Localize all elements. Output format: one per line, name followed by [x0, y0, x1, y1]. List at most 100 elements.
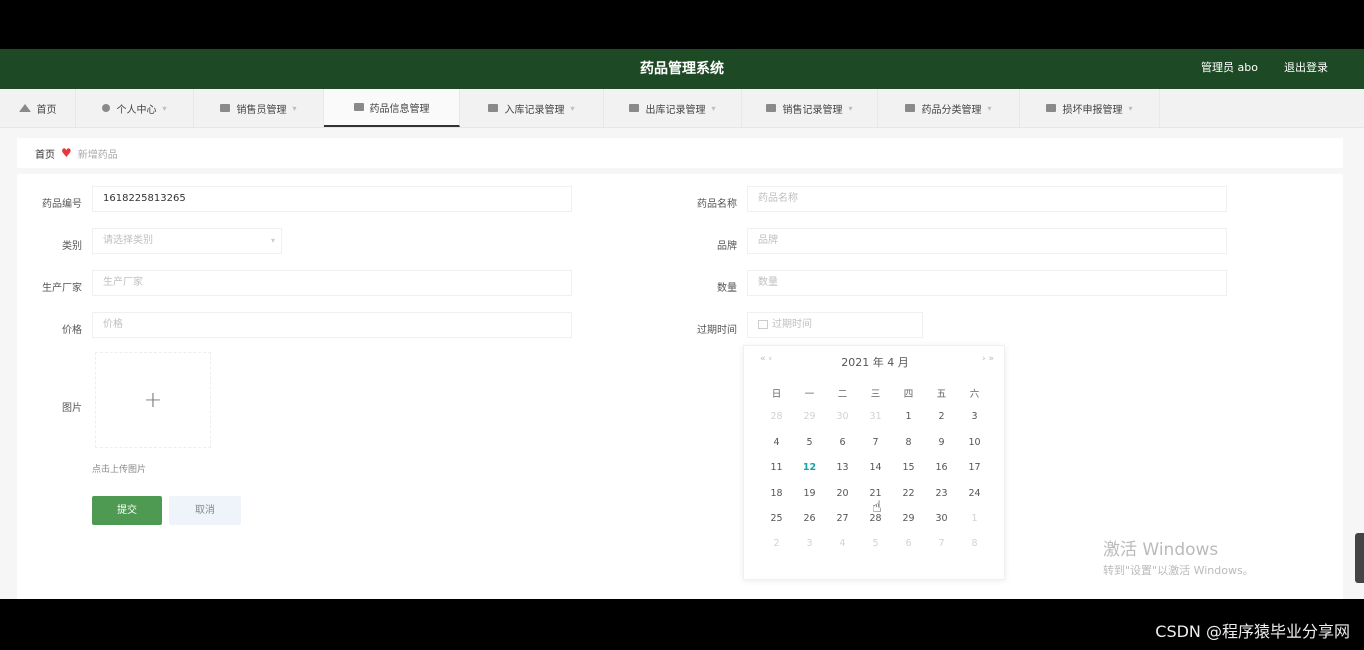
weekday-header: 四 — [903, 389, 914, 400]
calendar-day[interactable]: 3 — [793, 538, 826, 563]
calendar-day[interactable]: 18 — [760, 488, 793, 513]
calendar-month[interactable]: 4 — [887, 356, 894, 369]
calendar-day[interactable]: 6 — [892, 538, 925, 563]
calendar-day[interactable]: 20 — [826, 488, 859, 513]
price-input[interactable]: 价格 — [92, 312, 572, 338]
calendar-day[interactable]: 17 — [958, 462, 991, 487]
calendar-day[interactable]: 29 — [892, 513, 925, 538]
group-icon — [488, 104, 499, 112]
person-icon — [102, 104, 111, 112]
breadcrumb-home[interactable]: 首页 — [35, 146, 55, 161]
nav-item-drug-category[interactable]: 药品分类管理 ▾ — [878, 89, 1020, 127]
calendar-day[interactable]: 19 — [793, 488, 826, 513]
submit-button[interactable]: 提交 — [92, 496, 162, 525]
calendar-day[interactable]: 22 — [892, 488, 925, 513]
nav-label: 药品信息管理 — [369, 103, 430, 115]
hand-cursor-icon: ☝ — [872, 497, 882, 516]
calendar-day[interactable]: 16 — [925, 462, 958, 487]
calendar-day[interactable]: 6 — [826, 437, 859, 462]
calendar-month-unit: 月 — [897, 356, 909, 369]
calendar-icon — [758, 319, 768, 329]
calendar-day[interactable]: 23 — [925, 488, 958, 513]
calendar-day[interactable]: 30 — [925, 513, 958, 538]
home-icon — [18, 104, 31, 112]
nav-item-home[interactable]: 首页 — [0, 89, 76, 127]
calendar-day[interactable]: 14 — [859, 462, 892, 487]
category-select[interactable]: 请选择类别 ▾ — [92, 228, 282, 254]
calendar-day[interactable]: 4 — [826, 538, 859, 563]
weekday-header: 日 — [771, 389, 782, 400]
calendar-day[interactable]: 1 — [892, 411, 925, 436]
calendar-header: 2021 年 4 月 — [744, 354, 1006, 370]
calendar-day[interactable]: 2 — [760, 538, 793, 563]
nav-label: 销售记录管理 — [782, 104, 843, 116]
nav-label: 销售员管理 — [236, 104, 287, 116]
chevron-down-icon: ▾ — [270, 236, 275, 245]
calendar-day[interactable]: 5 — [793, 437, 826, 462]
weekday-header: 三 — [870, 389, 881, 400]
calendar-day[interactable]: 8 — [958, 538, 991, 563]
top-header: 药品管理系统 管理员 abo 退出登录 — [0, 49, 1364, 89]
nav-label: 药品分类管理 — [921, 104, 982, 116]
calendar-day[interactable]: 30 — [826, 411, 859, 436]
calendar-day[interactable]: 5 — [859, 538, 892, 563]
calendar-day[interactable]: 28 — [859, 513, 892, 538]
calendar-day[interactable]: 27 — [826, 513, 859, 538]
nav-item-drug-info[interactable]: 药品信息管理 — [324, 89, 460, 127]
side-tab[interactable] — [1355, 533, 1364, 583]
calendar-day[interactable]: 7 — [925, 538, 958, 563]
nav-item-outbound[interactable]: 出库记录管理 ▾ — [604, 89, 742, 127]
truck-icon — [629, 104, 640, 112]
next-month-icon[interactable]: › » — [982, 354, 994, 364]
drug-code-field[interactable]: 1618225813265 — [92, 186, 572, 212]
nav-item-damage-report[interactable]: 损坏申报管理 ▾ — [1020, 89, 1160, 127]
calendar-day[interactable]: 29 — [793, 411, 826, 436]
calendar-grid: 日一二三四五六 28 29 30 31 1 2 3 4 5 6 7 8 9 10 11 12 13 14 15 16 17… — [760, 386, 991, 564]
drug-name-label: 药品名称 — [697, 199, 737, 210]
chevron-down-icon: ▾ — [570, 103, 575, 113]
calendar-day[interactable]: 31 — [859, 411, 892, 436]
calendar-day[interactable]: 1 — [958, 513, 991, 538]
chevron-down-icon: ▾ — [292, 103, 297, 113]
manufacturer-input[interactable]: 生产厂家 — [92, 270, 572, 296]
weekday-header: 五 — [936, 389, 947, 400]
cancel-button[interactable]: 取消 — [169, 496, 241, 525]
image-label: 图片 — [62, 403, 82, 414]
nav-item-personal-center[interactable]: 个人中心 ▾ — [76, 89, 194, 127]
calendar-day[interactable]: 3 — [958, 411, 991, 436]
quantity-input[interactable]: 数量 — [747, 270, 1227, 296]
calendar-day[interactable]: 2 — [925, 411, 958, 436]
calendar-day[interactable]: 13 — [826, 462, 859, 487]
heart-icon: ♥ — [61, 146, 72, 160]
calendar-day[interactable]: 7 — [859, 437, 892, 462]
logout-link[interactable]: 退出登录 — [1284, 49, 1328, 87]
calendar-day[interactable]: 8 — [892, 437, 925, 462]
weekday-header: 一 — [804, 389, 815, 400]
calendar-day[interactable]: 25 — [760, 513, 793, 538]
calendar-day[interactable]: 10 — [958, 437, 991, 462]
quantity-label: 数量 — [717, 283, 737, 294]
current-user: 管理员 abo — [1201, 61, 1258, 74]
watermark-line1: 激活 Windows — [1103, 540, 1219, 560]
calendar-day[interactable]: 11 — [760, 462, 793, 487]
nav-item-inbound[interactable]: 入库记录管理 ▾ — [460, 89, 604, 127]
calendar-day[interactable]: 28 — [760, 411, 793, 436]
expiry-date-input[interactable]: 过期时间 — [747, 312, 923, 338]
content-area: 首页 ♥ 新增药品 药品编号 1618225813265 药品名称 药品名称 类… — [0, 128, 1364, 599]
calendar-day[interactable]: 15 — [892, 462, 925, 487]
calendar-day[interactable]: 4 — [760, 437, 793, 462]
calendar-year[interactable]: 2021 — [841, 356, 869, 369]
calendar-day[interactable]: 12 — [793, 462, 826, 487]
plus-icon: + — [143, 387, 163, 413]
nav-item-sales-record[interactable]: 销售记录管理 ▾ — [742, 89, 878, 127]
nav-item-salesperson[interactable]: 销售员管理 ▾ — [194, 89, 324, 127]
image-upload[interactable]: + — [95, 352, 211, 448]
calendar-day[interactable]: 24 — [958, 488, 991, 513]
brand-input[interactable]: 品牌 — [747, 228, 1227, 254]
drug-name-input[interactable]: 药品名称 — [747, 186, 1227, 212]
calendar-day[interactable]: 26 — [793, 513, 826, 538]
breadcrumb: 首页 ♥ 新增药品 — [17, 138, 1343, 168]
calendar-day[interactable]: 9 — [925, 437, 958, 462]
weekday-header: 二 — [837, 389, 848, 400]
report-icon — [1046, 104, 1057, 112]
